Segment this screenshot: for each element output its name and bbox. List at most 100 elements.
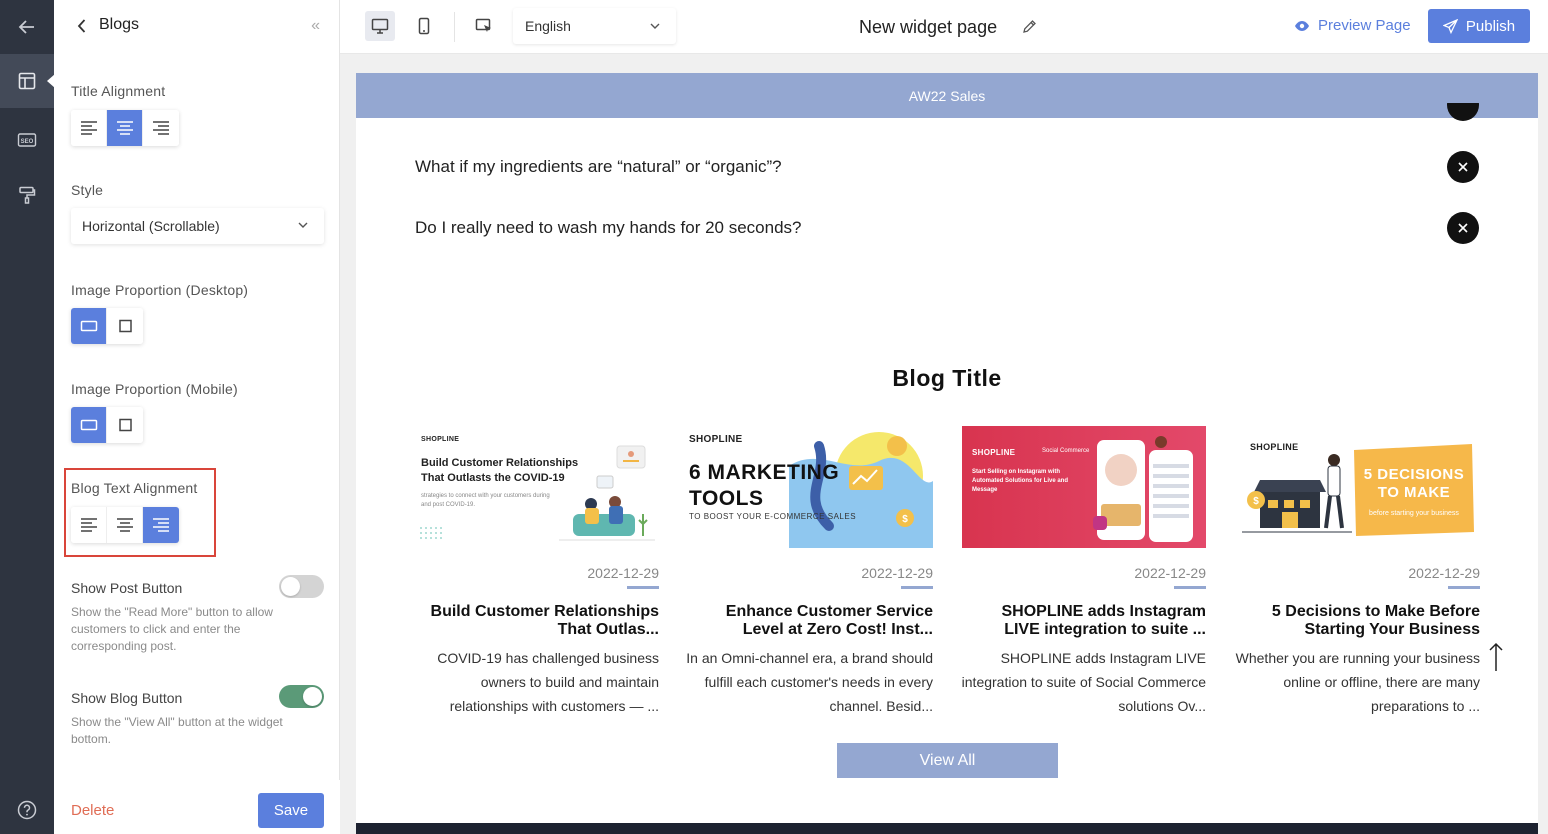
blog-thumbnail-1[interactable]: SHOPLINE Build Customer Relationships Th… xyxy=(415,426,659,548)
mobile-square-button[interactable] xyxy=(107,407,143,443)
thumb-logo: SHOPLINE xyxy=(972,448,1016,457)
faq-close-partial xyxy=(1447,103,1479,121)
title-align-center-button[interactable] xyxy=(107,110,143,146)
layout-rail-button[interactable] xyxy=(0,54,55,108)
blog-title[interactable]: Build Customer Relationships That Outlas… xyxy=(415,603,659,639)
blog-thumbnail-2[interactable]: $ SHOPLINE 6 MARKETING TOOLS TO BOOST YO… xyxy=(689,426,933,548)
desktop-view-button[interactable] xyxy=(365,11,395,41)
toggle-knob xyxy=(303,687,322,706)
blog-align-right-button[interactable] xyxy=(143,507,179,543)
show-blog-button-toggle[interactable] xyxy=(279,685,324,708)
blog-excerpt: In an Omni-channel era, a brand should f… xyxy=(686,650,933,714)
title-alignment-label: Title Alignment xyxy=(71,83,166,99)
align-left-icon xyxy=(80,121,97,135)
arrow-left-icon xyxy=(18,20,34,34)
pencil-icon[interactable] xyxy=(1021,18,1038,35)
image-proportion-mobile-label: Image Proportion (Mobile) xyxy=(71,381,238,397)
paint-roller-icon xyxy=(19,186,36,204)
title-align-right-button[interactable] xyxy=(143,110,179,146)
title-align-left-button[interactable] xyxy=(71,110,107,146)
desktop-icon xyxy=(371,18,389,34)
thumb-subtext: before starting your business xyxy=(1369,510,1459,517)
show-post-button-description: Show the "Read More" button to allow cus… xyxy=(71,605,273,653)
blog-card-1[interactable]: SHOPLINE Build Customer Relationships Th… xyxy=(415,426,659,726)
image-proportion-mobile-group xyxy=(71,407,143,443)
image-proportion-desktop-label: Image Proportion (Desktop) xyxy=(71,282,249,298)
blog-title[interactable]: Enhance Customer Service Level at Zero C… xyxy=(689,603,933,639)
blog-date: 2022-12-29 xyxy=(1134,565,1206,581)
back-rail-button[interactable] xyxy=(0,0,54,54)
design-rail-button[interactable] xyxy=(0,168,54,222)
panel-header: Blogs « xyxy=(54,0,340,52)
blog-excerpt: COVID-19 has challenged business owners … xyxy=(437,650,659,714)
align-right-icon xyxy=(153,518,169,532)
delete-link[interactable]: Delete xyxy=(71,802,114,819)
blog-card-3[interactable]: SHOPLINE Social Commerce Start Selling o… xyxy=(962,426,1206,726)
blog-title[interactable]: SHOPLINE adds Instagram LIVE integration… xyxy=(962,603,1207,639)
blog-align-left-button[interactable] xyxy=(71,507,107,543)
faq-close-button-1[interactable] xyxy=(1447,151,1479,183)
app-root: SEO Blogs « Title Alignment Style Horizo… xyxy=(0,0,1548,834)
blog-date: 2022-12-29 xyxy=(861,565,933,581)
svg-text:$: $ xyxy=(902,514,908,525)
blog-excerpt: Whether you are running your business on… xyxy=(1235,650,1480,714)
select-element-button[interactable] xyxy=(469,11,499,41)
blog-text-alignment-group xyxy=(71,507,179,543)
blog-thumbnail-3[interactable]: SHOPLINE Social Commerce Start Selling o… xyxy=(962,426,1206,548)
blog-align-center-button[interactable] xyxy=(107,507,143,543)
style-select-value: Horizontal (Scrollable) xyxy=(82,218,220,234)
mobile-view-button[interactable] xyxy=(409,11,439,41)
save-button[interactable]: Save xyxy=(258,793,324,828)
style-label: Style xyxy=(71,182,104,198)
date-underline xyxy=(627,586,659,589)
announcement-banner[interactable]: AW22 Sales xyxy=(356,73,1538,118)
seo-icon: SEO xyxy=(17,133,37,147)
preview-page-label: Preview Page xyxy=(1318,17,1411,34)
date-underline xyxy=(901,586,933,589)
close-icon xyxy=(1458,223,1468,233)
seo-rail-button[interactable]: SEO xyxy=(0,113,54,167)
desktop-square-button[interactable] xyxy=(107,308,143,344)
blog-date: 2022-12-29 xyxy=(587,565,659,581)
blog-card-4[interactable]: SHOPLINE 5 DECISIONS TO MAKE before star… xyxy=(1236,426,1480,726)
settings-panel: Blogs « Title Alignment Style Horizontal… xyxy=(54,0,340,834)
landscape-rect-icon xyxy=(80,320,97,332)
align-left-icon xyxy=(80,518,97,532)
language-select[interactable]: English xyxy=(513,8,676,44)
date-underline xyxy=(1174,586,1206,589)
faq-close-button-2[interactable] xyxy=(1447,212,1479,244)
collapse-panel-icon[interactable]: « xyxy=(311,17,320,35)
show-post-button-toggle[interactable] xyxy=(279,575,324,598)
show-post-button-label: Show Post Button xyxy=(71,580,183,596)
style-select[interactable]: Horizontal (Scrollable) xyxy=(71,208,324,244)
thumb-heading: 6 MARKETING TOOLS xyxy=(689,461,840,510)
publish-button[interactable]: Publish xyxy=(1428,9,1530,43)
preview-page-link[interactable]: Preview Page xyxy=(1294,17,1411,34)
image-proportion-desktop-group xyxy=(71,308,143,344)
blog-card-2[interactable]: $ SHOPLINE 6 MARKETING TOOLS TO BOOST YO… xyxy=(686,426,933,726)
view-all-button[interactable]: View All xyxy=(837,743,1058,778)
faq-question-1[interactable]: What if my ingredients are “natural” or … xyxy=(415,157,782,177)
desktop-landscape-button[interactable] xyxy=(71,308,107,344)
chevron-left-icon[interactable] xyxy=(76,18,88,34)
top-bar: English New widget page Preview Page Pub… xyxy=(340,0,1548,54)
preview-canvas: AW22 Sales What if my ingredients are “n… xyxy=(340,55,1548,834)
svg-text:$: $ xyxy=(1253,496,1259,507)
left-rail: SEO xyxy=(0,0,55,834)
thumb-subtext: Social Commerce xyxy=(1042,448,1090,454)
toggle-knob xyxy=(281,577,300,596)
blog-text-alignment-label: Blog Text Alignment xyxy=(71,480,198,496)
align-center-icon xyxy=(116,121,133,135)
scroll-to-top-button[interactable] xyxy=(1485,639,1507,675)
blog-title[interactable]: 5 Decisions to Make Before Starting Your… xyxy=(1236,603,1480,639)
show-blog-button-description: Show the "View All" button at the widget… xyxy=(71,715,283,746)
faq-question-2[interactable]: Do I really need to wash my hands for 20… xyxy=(415,218,802,238)
blog-thumbnail-4[interactable]: SHOPLINE 5 DECISIONS TO MAKE before star… xyxy=(1236,426,1480,548)
publish-label: Publish xyxy=(1465,17,1516,35)
mobile-landscape-button[interactable] xyxy=(71,407,107,443)
thumb-phones xyxy=(1093,436,1193,542)
layout-icon xyxy=(18,72,36,90)
help-circle-icon[interactable] xyxy=(17,800,37,820)
chevron-down-icon xyxy=(650,23,660,29)
page-footer-bar xyxy=(356,823,1538,834)
